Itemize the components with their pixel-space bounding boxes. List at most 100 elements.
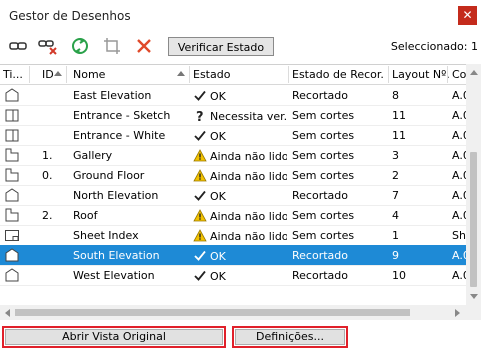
vertical-scrollbar[interactable] [466, 64, 481, 305]
row-status: ? Necessita ver... [193, 109, 287, 123]
col-cut-status[interactable]: Estado de Recor... [292, 68, 384, 81]
svg-text:?: ? [196, 110, 204, 122]
table-header: Ti... ID Nome Estado Estado de Recor... … [0, 65, 466, 85]
verify-status-button[interactable]: Verificar Estado [168, 37, 274, 56]
row-layout-number: 10 [392, 269, 406, 282]
row-id: 2. [42, 209, 53, 222]
table-row[interactable]: Sheet Index Ainda não lido Sem cortes 1 Sh [0, 225, 466, 246]
row-status: OK [193, 89, 287, 103]
row-name: South Elevation [73, 249, 160, 262]
row-co: A.0 [452, 209, 466, 222]
scroll-right-icon[interactable] [455, 309, 460, 317]
row-name: North Elevation [73, 189, 159, 202]
row-co: Sh [452, 229, 466, 242]
settings-button[interactable]: Definições... [232, 326, 348, 348]
open-original-view-label: Abrir Vista Original [5, 329, 223, 345]
row-cut-status: Recortado [292, 269, 348, 282]
sort-asc-icon [54, 71, 62, 76]
row-status: Ainda não lido [193, 169, 287, 183]
col-status[interactable]: Estado [193, 68, 230, 81]
horizontal-scroll-thumb[interactable] [15, 309, 410, 316]
col-co[interactable]: Co [452, 68, 466, 81]
elevation-icon [4, 267, 20, 283]
elevation-icon [4, 247, 20, 263]
scroll-left-icon[interactable] [5, 309, 10, 317]
table-row[interactable]: 0. Ground Floor Ainda não lido Sem cortes 2 A… [0, 165, 466, 186]
row-status: OK [193, 189, 287, 203]
elevation-icon [4, 187, 20, 203]
check-icon [193, 269, 207, 282]
row-status-text: OK [210, 190, 226, 203]
table-row[interactable]: South Elevation OK Recortado 9 A.0 [0, 245, 466, 266]
row-layout-number: 9 [392, 249, 399, 262]
row-id: 0. [42, 169, 53, 182]
selected-count: Seleccionado: 1 [390, 40, 478, 53]
row-name: Sheet Index [73, 229, 139, 242]
row-name: Entrance - White [73, 129, 166, 142]
open-original-view-button[interactable]: Abrir Vista Original [2, 326, 226, 348]
table-row[interactable]: East Elevation OK Recortado 8 A.0 [0, 85, 466, 106]
row-name: West Elevation [73, 269, 155, 282]
unlink-drawings-icon[interactable] [38, 36, 58, 56]
row-co: A.0 [452, 109, 466, 122]
table-row[interactable]: 2. Roof Ainda não lido Sem cortes 4 A.0 [0, 205, 466, 226]
row-cut-status: Sem cortes [292, 129, 355, 142]
update-refresh-icon[interactable] [70, 36, 90, 56]
row-status-text: OK [210, 130, 226, 143]
row-cut-status: Recortado [292, 189, 348, 202]
row-name: Roof [73, 209, 98, 222]
table-row[interactable]: 1. Gallery Ainda não lido Sem cortes 3 A.0 [0, 145, 466, 166]
scroll-up-icon[interactable] [470, 70, 478, 75]
link-drawings-icon[interactable] [8, 36, 28, 56]
row-cut-status: Sem cortes [292, 149, 355, 162]
row-name: Gallery [73, 149, 113, 162]
row-cut-status: Sem cortes [292, 169, 355, 182]
col-layout-number[interactable]: Layout Nº. [392, 68, 450, 81]
crop-frame-icon[interactable] [102, 36, 122, 56]
question-icon: ? [193, 109, 207, 122]
col-id[interactable]: ID [42, 68, 54, 81]
row-layout-number: 8 [392, 89, 399, 102]
row-status-text: OK [210, 250, 226, 263]
row-cut-status: Sem cortes [292, 109, 355, 122]
title-bar: Gestor de Desenhos ✕ [0, 0, 481, 31]
row-status: Ainda não lido [193, 209, 287, 223]
horizontal-scrollbar[interactable] [0, 305, 466, 320]
warning-icon [193, 149, 207, 162]
row-co: A.0 [452, 269, 466, 282]
table-row[interactable]: North Elevation OK Recortado 7 A.0 [0, 185, 466, 206]
scroll-corner [466, 305, 481, 320]
floor-plan-icon [4, 167, 20, 183]
row-layout-number: 4 [392, 209, 399, 222]
row-co: A.0 [452, 249, 466, 262]
vertical-scroll-thumb[interactable] [470, 152, 477, 287]
row-status: Ainda não lido [193, 229, 287, 243]
col-name[interactable]: Nome [73, 68, 105, 81]
row-status: OK [193, 269, 287, 283]
row-status-text: Ainda não lido [210, 170, 287, 183]
row-layout-number: 11 [392, 109, 406, 122]
row-status-text: Ainda não lido [210, 230, 287, 243]
table-row[interactable]: Entrance - White OK Sem cortes 11 A.0 [0, 125, 466, 146]
sheet-icon [4, 227, 20, 243]
row-cut-status: Sem cortes [292, 209, 355, 222]
table-row[interactable]: West Elevation OK Recortado 10 A.0 [0, 265, 466, 286]
warning-icon [193, 209, 207, 222]
table-row[interactable]: Entrance - Sketch? Necessita ver... Sem co… [0, 105, 466, 126]
row-co: A.0 [452, 89, 466, 102]
row-name: Entrance - Sketch [73, 109, 171, 122]
sort-asc-icon [177, 71, 185, 76]
warning-icon [193, 229, 207, 242]
scroll-down-icon[interactable] [470, 294, 478, 299]
row-layout-number: 2 [392, 169, 399, 182]
col-type[interactable]: Ti... [3, 68, 23, 81]
row-status: OK [193, 249, 287, 263]
row-co: A.0 [452, 129, 466, 142]
row-name: Ground Floor [73, 169, 145, 182]
delete-x-icon[interactable] [134, 36, 154, 56]
row-status-text: Necessita ver... [210, 110, 287, 123]
close-button[interactable]: ✕ [458, 6, 477, 25]
row-cut-status: Recortado [292, 89, 348, 102]
row-co: A.0 [452, 189, 466, 202]
row-cut-status: Recortado [292, 249, 348, 262]
